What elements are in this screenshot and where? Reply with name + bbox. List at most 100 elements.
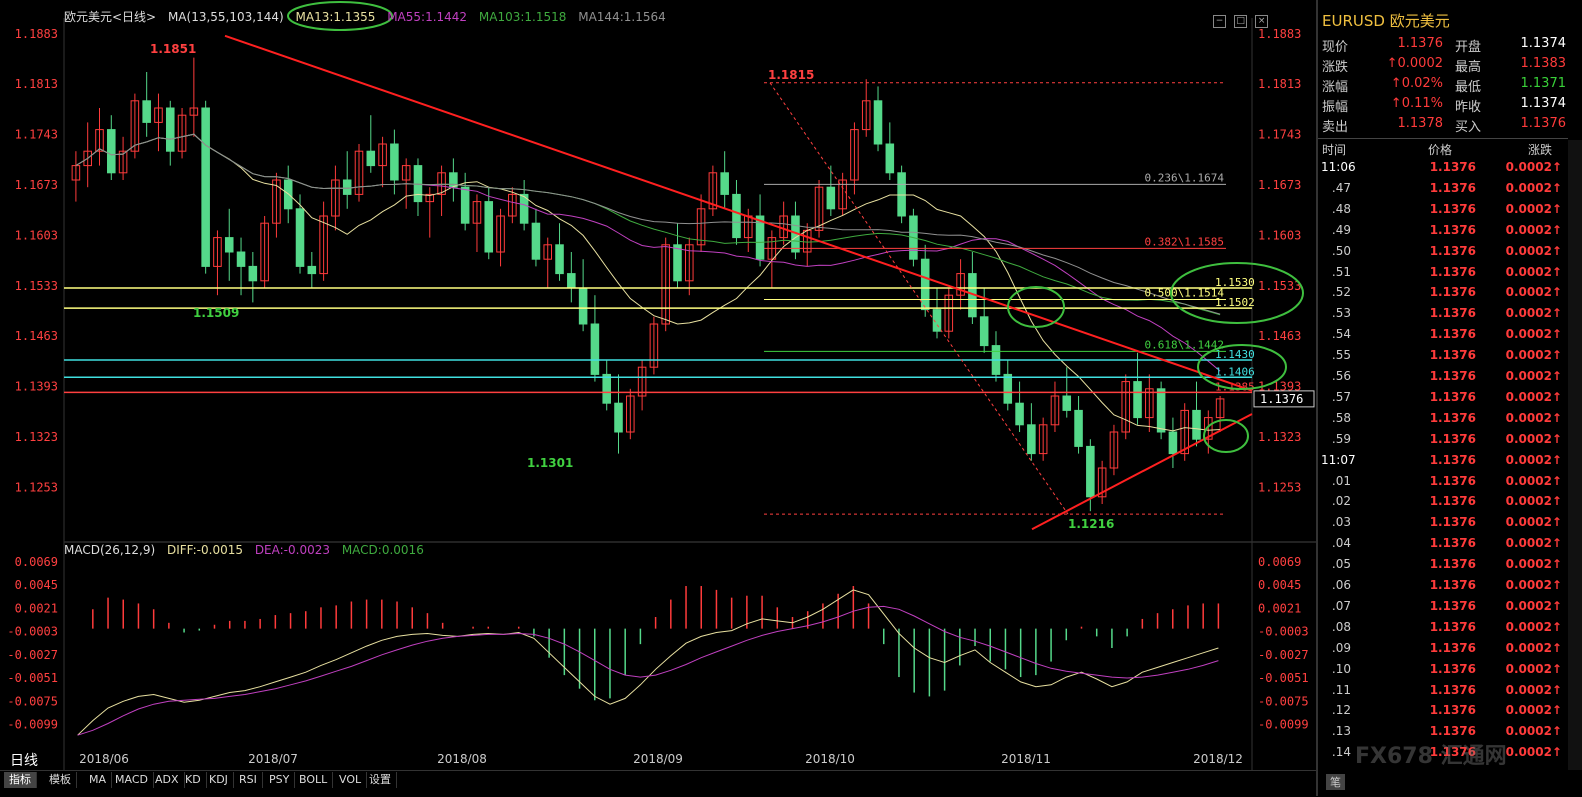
quote-value: 1.1378 — [1397, 116, 1444, 131]
y-tick-left: 1.1743 — [15, 128, 58, 142]
tab-1[interactable]: 模板 — [44, 772, 77, 788]
quote-row: 涨跌 ↑0.0002 最高 1.1383 — [1318, 56, 1568, 76]
candle-body — [1133, 381, 1142, 419]
tab-10[interactable]: VOL — [334, 772, 368, 788]
candle-body — [248, 265, 258, 282]
y-tick-left: 1.1603 — [15, 228, 58, 242]
tick-change: 0.0002↑ — [1505, 369, 1562, 383]
macd-y-tick-left: -0.0003 — [7, 625, 58, 639]
quote-label: 最低 — [1455, 80, 1482, 95]
tick-change: 0.0002↑ — [1505, 661, 1562, 676]
quote-panel: EURUSD 欧元美元 现价 1.1376 开盘 1.1374 涨跌 ↑0.0002 最高 1… — [1316, 0, 1582, 796]
tab-0[interactable]: 指标 — [4, 772, 37, 788]
tick-change: 0.0002↑ — [1505, 515, 1562, 530]
tick-change: 0.0002↑ — [1505, 557, 1562, 572]
quote-value: ↑0.0002 — [1386, 56, 1443, 71]
window-controls: − □ × — [1210, 8, 1269, 28]
chart-area[interactable]: 1.1883 1.1813 1.1743 1.1673 1.1603 1.1533 1.14… — [0, 0, 1316, 770]
tick-price: 1.1376 — [1429, 619, 1476, 634]
tick-time: .06 — [1331, 578, 1351, 592]
tick-footer[interactable]: 笔 — [1326, 774, 1345, 790]
quote-row: 振幅 ↑0.11% 昨收 1.1374 — [1318, 96, 1568, 116]
tab-6[interactable]: KDJ — [204, 772, 234, 788]
tick-price: 1.1376 — [1429, 724, 1476, 739]
tick-row: .57 1.1376 0.0002↑ — [1318, 390, 1568, 410]
tab-5[interactable]: KD — [180, 772, 207, 788]
macd-y-tick-right: 0.0045 — [1258, 578, 1301, 592]
maximize-button[interactable]: □ — [1234, 15, 1248, 28]
watermark-logo: FX678 汇通网 — [1355, 744, 1507, 769]
tick-change: 0.0002↑ — [1505, 703, 1562, 718]
tick-change: 0.0002↑ — [1505, 619, 1562, 634]
quote-value: 1.1376 — [1397, 36, 1444, 51]
macd-y-tick-right: -0.0027 — [1258, 648, 1309, 662]
tick-change: 0.0002↑ — [1505, 494, 1562, 509]
tick-row: .55 1.1376 0.0002↑ — [1318, 348, 1568, 368]
tick-price: 1.1376 — [1429, 515, 1476, 530]
minimize-button[interactable]: − — [1213, 15, 1226, 28]
tick-change: 0.0002↑ — [1505, 243, 1562, 258]
tab-7[interactable]: RSI — [234, 772, 263, 788]
candle-body — [1168, 431, 1178, 455]
tab-9[interactable]: BOLL — [294, 772, 334, 788]
highlight-circle — [1007, 286, 1065, 328]
current-price-label: 1.1376 — [1260, 392, 1303, 406]
y-tick-right: 1.1603 — [1258, 228, 1301, 242]
kline-chart[interactable]: 1.1883 1.1813 1.1743 1.1673 1.1603 1.1533 1.14… — [0, 0, 1316, 770]
quote-row: 涨幅 ↑0.02% 最低 1.1371 — [1318, 76, 1568, 96]
tab-3[interactable]: MACD — [110, 772, 154, 788]
period-label[interactable]: 日线 — [10, 750, 38, 770]
tick-time: .11 — [1331, 682, 1351, 697]
tick-time: .05 — [1331, 557, 1351, 572]
quote-label: 买入 — [1455, 120, 1482, 135]
tick-row: .59 1.1376 0.0002↑ — [1318, 432, 1568, 452]
close-button[interactable]: × — [1255, 15, 1269, 28]
macd-label: MACD(26,12,9) — [64, 543, 156, 557]
tick-price: 1.1376 — [1429, 598, 1476, 613]
candle-body — [201, 107, 210, 267]
tick-time: .52 — [1331, 285, 1351, 300]
tick-header-price: 价格 — [1428, 143, 1453, 157]
tick-price: 1.1376 — [1429, 661, 1476, 676]
y-tick-right: 1.1253 — [1258, 480, 1301, 494]
tick-row: .11 1.1376 0.0002↑ — [1318, 683, 1568, 703]
tick-change: 0.0002↑ — [1505, 452, 1562, 467]
tick-change: 0.0002↑ — [1505, 598, 1562, 613]
candle-body — [732, 193, 741, 239]
quote-value: ↑0.02% — [1390, 76, 1443, 91]
tick-price: 1.1376 — [1429, 201, 1476, 216]
chart-header: 欧元美元<日线> MA(13,55,103,144) MA13:1.1355 M… — [64, 8, 674, 25]
candle-body — [920, 258, 930, 311]
tick-price: 1.1376 — [1429, 640, 1476, 655]
candle-body — [342, 179, 352, 195]
tick-header-change: 涨跌 — [1528, 143, 1553, 157]
tab-8[interactable]: PSY — [264, 772, 296, 788]
quote-label: 振幅 — [1322, 100, 1349, 115]
price-annotation: 1.1851 — [150, 42, 196, 56]
tab-11[interactable]: 设置 — [364, 772, 397, 788]
tick-row: .56 1.1376 0.0002↑ — [1318, 369, 1568, 389]
tick-row: .50 1.1376 0.0002↑ — [1318, 244, 1568, 264]
tab-2[interactable]: MA — [84, 772, 113, 788]
tick-row: 11:07 1.1376 0.0002↑ — [1318, 453, 1568, 473]
tick-time: .01 — [1331, 473, 1351, 488]
tick-scrollbar[interactable] — [1568, 140, 1582, 770]
tick-time: .58 — [1331, 410, 1351, 425]
tick-time: .07 — [1331, 598, 1351, 613]
tick-price: 1.1376 — [1429, 180, 1476, 195]
ma13-line — [75, 133, 1221, 432]
y-tick-left: 1.1533 — [15, 279, 58, 293]
quote-row: 卖出 1.1378 买入 1.1376 — [1318, 116, 1568, 136]
tick-change: 0.0002↑ — [1505, 285, 1562, 300]
macd-value: MACD:0.0016 — [341, 543, 424, 557]
quote-label: 开盘 — [1455, 40, 1482, 55]
tick-row: 11:06 1.1376 0.0002↑ — [1318, 160, 1568, 180]
tick-time: .57 — [1331, 389, 1351, 404]
tick-time: .08 — [1331, 619, 1351, 634]
macd-y-tick-left: 0.0069 — [15, 555, 58, 569]
macd-y-tick-right: -0.0099 — [1258, 718, 1309, 732]
candle-body — [590, 323, 600, 375]
quote-value: 1.1376 — [1520, 116, 1567, 131]
candle-body — [390, 143, 399, 181]
y-tick-left: 1.1813 — [15, 77, 58, 91]
